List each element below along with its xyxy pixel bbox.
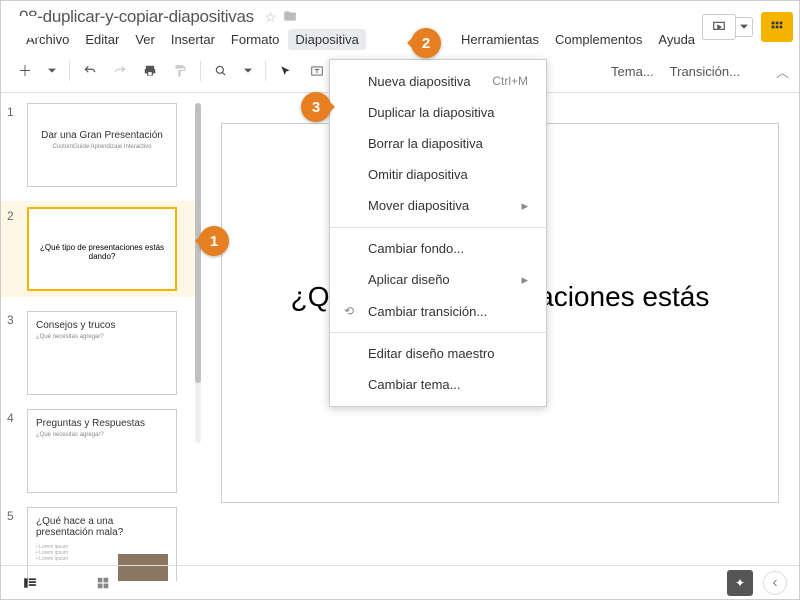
slide-number: 2 [7,207,27,291]
new-slide-button[interactable]: ＋ [11,56,39,86]
slide-thumbnail[interactable]: Dar una Gran Presentación CustomGuide Ap… [27,103,177,187]
separator [265,61,266,81]
menu-item-skip-slide[interactable]: Omitir diapositiva [330,159,546,190]
grid-view-button[interactable] [87,572,119,594]
redo-button[interactable] [106,59,134,83]
theme-button[interactable]: Tema... [611,64,654,79]
menu-formato[interactable]: Formato [224,29,286,50]
zoom-dropdown[interactable] [237,62,259,80]
filmstrip-view-button[interactable] [13,572,47,594]
separator [69,61,70,81]
slide-number: 3 [7,311,27,395]
undo-button[interactable] [76,59,104,83]
menu-item-duplicate-slide[interactable]: Duplicar la diapositiva [330,97,546,128]
select-tool[interactable] [272,59,300,83]
slide-panel: 1 Dar una Gran Presentación CustomGuide … [1,93,201,581]
star-icon[interactable]: ☆ [264,9,277,26]
folder-icon[interactable] [283,9,297,26]
menu-item-delete-slide[interactable]: Borrar la diapositiva [330,128,546,159]
menu-complementos[interactable]: Complementos [548,29,649,50]
transition-icon: ⟲ [344,304,354,318]
document-title[interactable]: 08-duplicar-y-copiar-diapositivas [19,7,254,26]
transition-button[interactable]: Transición... [670,64,740,79]
slide-thumbnail[interactable]: Consejos y trucos ¿Qué necesitas agregar… [27,311,177,395]
menu-separator [330,332,546,333]
print-button[interactable] [136,59,164,83]
menu-editar[interactable]: Editar [78,29,126,50]
submenu-arrow-icon: ▸ [521,272,528,288]
menu-item-new-slide[interactable]: Nueva diapositiva Ctrl+M [330,66,546,97]
menu-herramientas[interactable]: Herramientas [454,29,546,50]
zoom-button[interactable] [207,59,235,83]
submenu-arrow-icon: ▸ [521,198,528,214]
menu-item-change-theme[interactable]: Cambiar tema... [330,369,546,400]
new-slide-dropdown[interactable] [41,62,63,80]
present-dropdown[interactable] [736,17,753,37]
menu-bar: Archivo Editar Ver Insertar Formato Diap… [19,29,702,50]
callout-3: 3 [301,92,331,122]
separator [200,61,201,81]
explore-button[interactable]: ✦ [727,570,753,596]
footer: ✦ ‹ [1,565,799,599]
textbox-tool[interactable] [302,59,332,83]
menu-ayuda[interactable]: Ayuda [651,29,702,50]
menu-item-apply-layout[interactable]: Aplicar diseño ▸ [330,264,546,296]
menu-diapositiva[interactable]: Diapositiva [288,29,366,50]
slide-thumbnail[interactable]: Preguntas y Respuestas ¿Qué necesitas ag… [27,409,177,493]
slide-number: 1 [7,103,27,187]
present-button[interactable] [702,14,736,40]
slide-thumbnail-selected[interactable]: ¿Qué tipo de presentaciones estás dando? [27,207,177,291]
scroll-left-button[interactable]: ‹ [763,571,787,595]
menu-item-move-slide[interactable]: Mover diapositiva ▸ [330,190,546,222]
slide-menu-dropdown: Nueva diapositiva Ctrl+M Duplicar la dia… [329,59,547,407]
menu-item-edit-master[interactable]: Editar diseño maestro [330,338,546,369]
menu-item-change-background[interactable]: Cambiar fondo... [330,233,546,264]
paint-format-button[interactable] [166,59,194,83]
slide-number: 4 [7,409,27,493]
collapse-toolbar-icon[interactable]: ︿ [776,62,789,81]
menu-item-change-transition[interactable]: ⟲ Cambiar transición... [330,296,546,327]
menu-ver[interactable]: Ver [128,29,162,50]
menu-separator [330,227,546,228]
callout-1: 1 [199,226,229,256]
share-button[interactable] [761,12,793,42]
menu-insertar[interactable]: Insertar [164,29,222,50]
callout-2: 2 [411,28,441,58]
